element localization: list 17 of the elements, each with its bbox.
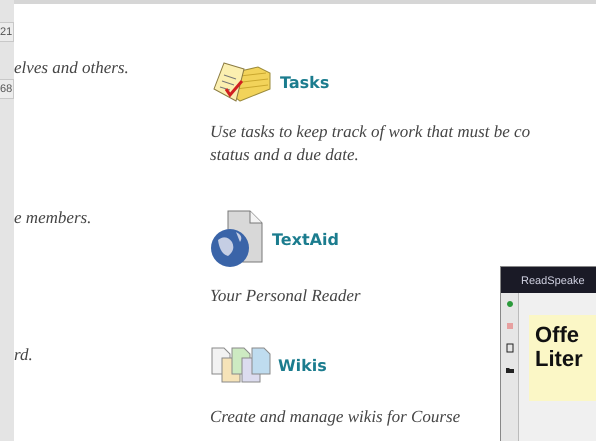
window-title: ReadSpeake [501, 267, 596, 293]
tool-link[interactable]: TextAid [272, 230, 339, 248]
tool-description: Your Personal Reader [210, 285, 360, 307]
document-icon[interactable] [504, 343, 514, 353]
tool-link[interactable]: Tasks [280, 72, 330, 92]
document-preview: Offe Liter [529, 315, 596, 401]
tool-description: Create and manage wikis for Course [210, 406, 460, 428]
folder-icon[interactable] [504, 365, 514, 375]
tool-description: e members. [14, 207, 92, 227]
tool-description: Use tasks to keep track of work that must be co status and a due date. [210, 121, 530, 166]
pages-icon [210, 346, 272, 384]
number-cell: 68 [0, 79, 14, 99]
tool-description: elves and others. [14, 57, 129, 77]
tool-link[interactable]: Wikis [278, 356, 327, 374]
play-icon[interactable] [504, 299, 514, 309]
tool-description: rd. [14, 344, 33, 364]
number-cell: 21 [0, 22, 14, 42]
